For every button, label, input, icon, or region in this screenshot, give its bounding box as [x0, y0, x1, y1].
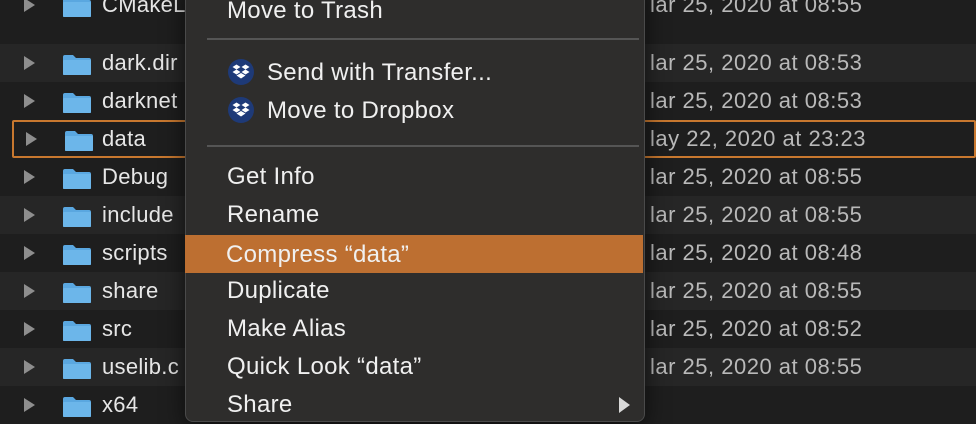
disclosure-triangle-icon[interactable]: [24, 322, 35, 336]
menu-separator: [207, 145, 639, 147]
menu-item-share[interactable]: Share: [186, 385, 644, 423]
disclosure-triangle-icon[interactable]: [24, 398, 35, 412]
menu-item-label: Send with Transfer...: [267, 59, 493, 86]
folder-icon: [63, 245, 91, 265]
menu-item-label: Move to Dropbox: [267, 97, 455, 124]
menu-item-get-info[interactable]: Get Info: [186, 157, 644, 195]
disclosure-triangle-icon[interactable]: [24, 360, 35, 374]
disclosure-triangle-icon[interactable]: [24, 246, 35, 260]
submenu-arrow-icon: [619, 397, 630, 413]
folder-icon: [63, 93, 91, 113]
folder-icon: [63, 321, 91, 341]
menu-item-label: Compress “data”: [226, 241, 410, 268]
file-date: lar 25, 2020 at 08:53: [650, 88, 863, 113]
menu-item-label: Rename: [227, 201, 320, 228]
disclosure-triangle-icon[interactable]: [26, 132, 37, 146]
file-date: lay 22, 2020 at 23:23: [650, 126, 866, 151]
disclosure-triangle-icon[interactable]: [24, 0, 35, 12]
file-date: lar 25, 2020 at 08:55: [650, 0, 863, 17]
menu-separator: [207, 38, 639, 40]
file-date: lar 25, 2020 at 08:55: [650, 354, 863, 379]
menu-item-rename[interactable]: Rename: [186, 195, 644, 233]
file-date: lar 25, 2020 at 08:48: [650, 240, 863, 265]
file-date: lar 25, 2020 at 08:55: [650, 278, 863, 303]
disclosure-triangle-icon[interactable]: [24, 56, 35, 70]
file-name: x64: [102, 392, 139, 417]
file-name: CMakeL: [102, 0, 186, 17]
menu-item-label: Duplicate: [227, 277, 330, 304]
dropbox-icon: [228, 97, 254, 123]
file-name: share: [102, 278, 159, 303]
menu-item-label: Make Alias: [227, 315, 347, 342]
file-name: src: [102, 316, 133, 341]
file-date: lar 25, 2020 at 08:55: [650, 164, 863, 189]
menu-item-compress[interactable]: Compress “data”: [185, 235, 643, 273]
file-name: Debug: [102, 164, 169, 189]
menu-item-label: Share: [227, 391, 293, 418]
menu-item-label: Move to Trash: [227, 0, 383, 24]
menu-item-duplicate[interactable]: Duplicate: [186, 271, 644, 309]
disclosure-triangle-icon[interactable]: [24, 208, 35, 222]
file-date: lar 25, 2020 at 08:53: [650, 50, 863, 75]
file-name: uselib.c: [102, 354, 179, 379]
disclosure-triangle-icon[interactable]: [24, 170, 35, 184]
file-date: lar 25, 2020 at 08:55: [650, 202, 863, 227]
folder-icon: [63, 283, 91, 303]
disclosure-triangle-icon[interactable]: [24, 94, 35, 108]
file-name: include: [102, 202, 174, 227]
folder-icon: [65, 131, 93, 151]
menu-item-make-alias[interactable]: Make Alias: [186, 309, 644, 347]
folder-icon: [63, 359, 91, 379]
menu-item-label: Get Info: [227, 163, 315, 190]
folder-icon: [63, 169, 91, 189]
menu-item-label: Quick Look “data”: [227, 353, 422, 380]
dropbox-icon: [228, 59, 254, 85]
menu-item-quick-look[interactable]: Quick Look “data”: [186, 347, 644, 385]
folder-icon: [63, 207, 91, 227]
menu-item-send-with-transfer[interactable]: Send with Transfer...: [186, 53, 644, 91]
file-name: scripts: [102, 240, 168, 265]
disclosure-triangle-icon[interactable]: [24, 284, 35, 298]
context-menu: Move to Trash Send with Transfer... Move…: [185, 0, 645, 422]
folder-icon: [63, 55, 91, 75]
menu-item-move-to-dropbox[interactable]: Move to Dropbox: [186, 91, 644, 129]
folder-icon: [63, 397, 91, 417]
menu-item-move-to-trash[interactable]: Move to Trash: [186, 0, 644, 29]
file-name: darknet: [102, 88, 178, 113]
file-name: dark.dir: [102, 50, 178, 75]
folder-icon: [63, 0, 91, 17]
file-name: data: [102, 126, 147, 151]
file-date: lar 25, 2020 at 08:52: [650, 316, 863, 341]
